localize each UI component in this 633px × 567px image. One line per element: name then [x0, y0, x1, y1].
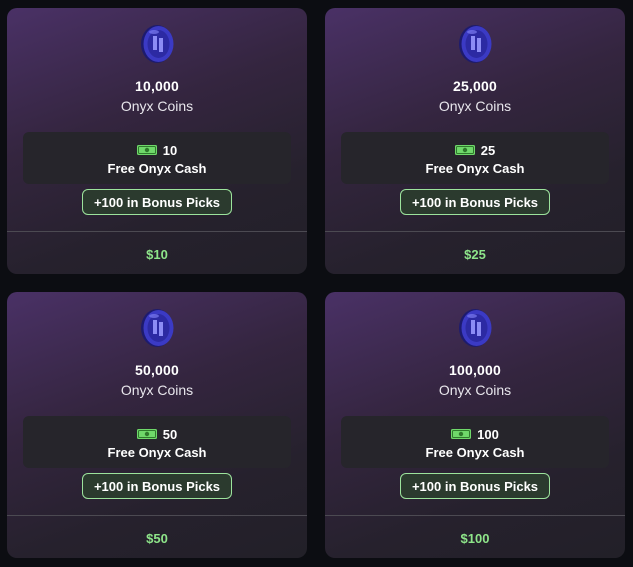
bonus-picks-badge[interactable]: +100 in Bonus Picks: [82, 189, 232, 215]
onyx-coin-icon: [459, 309, 492, 347]
free-cash-box: 10 Free Onyx Cash: [23, 132, 291, 184]
cash-bill-icon: [454, 145, 475, 155]
free-cash-label: Free Onyx Cash: [425, 161, 525, 176]
coin-unit-label: Onyx Coins: [120, 382, 194, 398]
free-cash-line: 25: [341, 142, 609, 158]
card-divider: [7, 515, 307, 516]
card-divider: [325, 515, 625, 516]
onyx-coin-icon: [459, 25, 492, 63]
card-divider: [325, 231, 625, 232]
free-cash-amount: 100: [477, 426, 499, 442]
cash-bill-icon: [136, 429, 157, 439]
coin-amount: 100,000: [448, 362, 501, 378]
free-cash-label: Free Onyx Cash: [107, 161, 207, 176]
cash-bill-icon: [136, 145, 157, 155]
price-label[interactable]: $25: [325, 247, 625, 262]
coin-amount: 50,000: [134, 362, 180, 378]
coin-amount: 10,000: [134, 78, 180, 94]
coin-package-card[interactable]: 25,000 Onyx Coins 25 Free Onyx Cash +100…: [325, 8, 625, 274]
free-cash-amount: 25: [480, 142, 496, 158]
free-cash-label: Free Onyx Cash: [107, 445, 207, 460]
price-label[interactable]: $50: [7, 531, 307, 546]
free-cash-amount: 50: [162, 426, 178, 442]
onyx-coin-icon: [141, 25, 174, 63]
coin-package-card[interactable]: 10,000 Onyx Coins 10 Free Onyx Cash +100…: [7, 8, 307, 274]
coin-unit-label: Onyx Coins: [438, 382, 512, 398]
bonus-picks-badge[interactable]: +100 in Bonus Picks: [82, 473, 232, 499]
bonus-picks-badge[interactable]: +100 in Bonus Picks: [400, 189, 550, 215]
free-cash-amount: 10: [162, 142, 178, 158]
onyx-coin-icon: [141, 309, 174, 347]
coin-package-card[interactable]: 100,000 Onyx Coins 100 Free Onyx Cash +1…: [325, 292, 625, 558]
coin-packages-grid: 10,000 Onyx Coins 10 Free Onyx Cash +100…: [0, 0, 633, 567]
price-label[interactable]: $10: [7, 247, 307, 262]
coin-package-card[interactable]: 50,000 Onyx Coins 50 Free Onyx Cash +100…: [7, 292, 307, 558]
coin-unit-label: Onyx Coins: [120, 98, 194, 114]
free-cash-label: Free Onyx Cash: [425, 445, 525, 460]
coin-unit-label: Onyx Coins: [438, 98, 512, 114]
free-cash-line: 100: [341, 426, 609, 442]
cash-bill-icon: [451, 429, 472, 439]
free-cash-line: 10: [23, 142, 291, 158]
card-divider: [7, 231, 307, 232]
free-cash-box: 25 Free Onyx Cash: [341, 132, 609, 184]
free-cash-line: 50: [23, 426, 291, 442]
free-cash-box: 100 Free Onyx Cash: [341, 416, 609, 468]
free-cash-box: 50 Free Onyx Cash: [23, 416, 291, 468]
bonus-picks-badge[interactable]: +100 in Bonus Picks: [400, 473, 550, 499]
coin-amount: 25,000: [452, 78, 498, 94]
price-label[interactable]: $100: [325, 531, 625, 546]
